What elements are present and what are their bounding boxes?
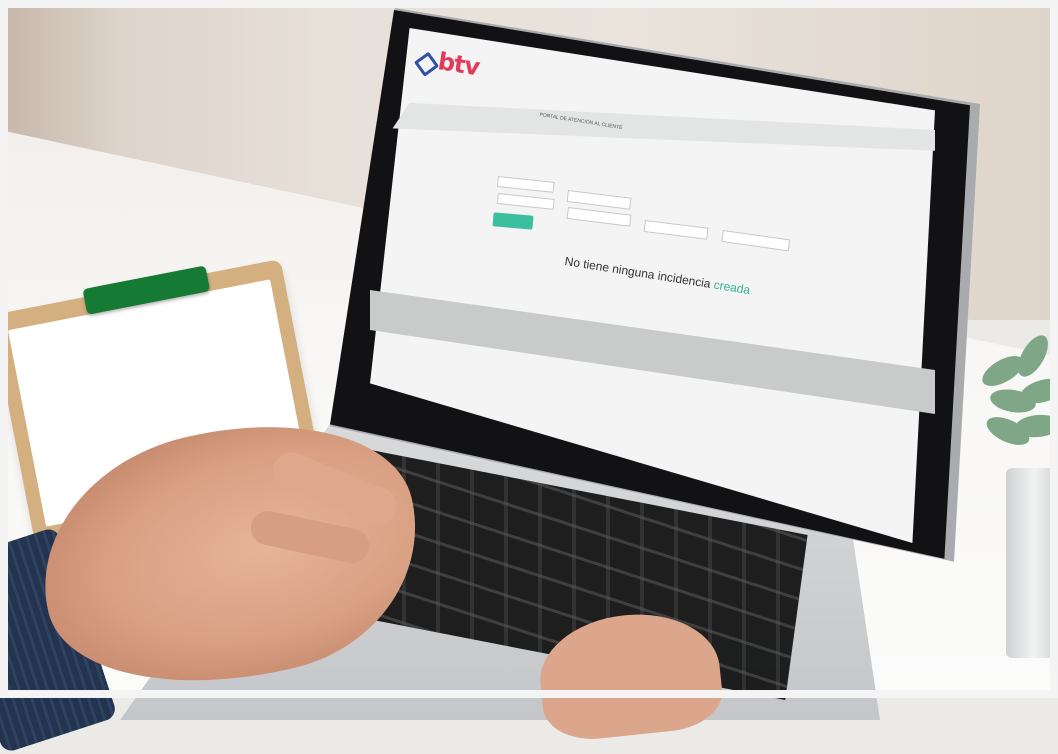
- plant-pot: [1006, 468, 1058, 658]
